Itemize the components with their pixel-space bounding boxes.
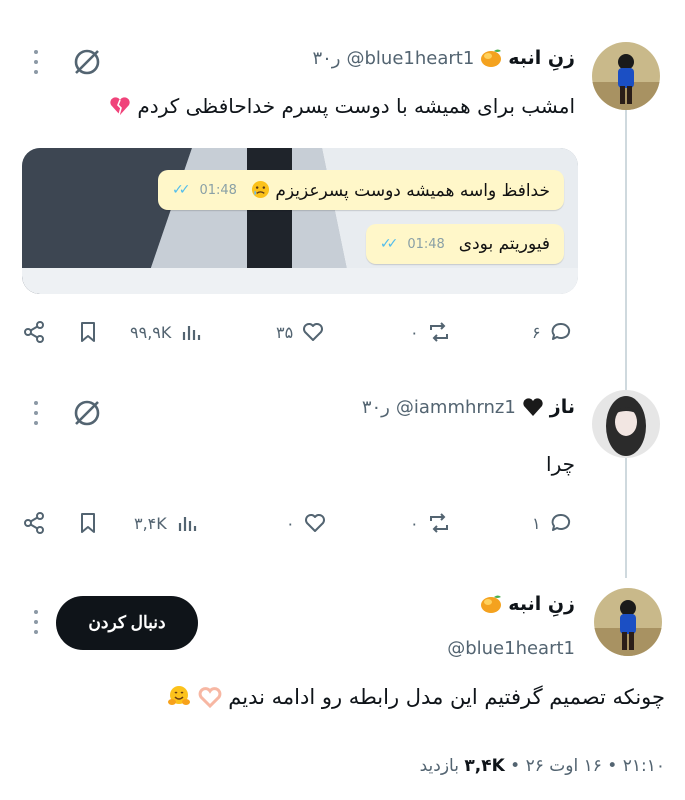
like-count: ۰	[286, 513, 295, 533]
views-count: ۳,۴K	[134, 513, 167, 533]
action-bar: ۳,۴K ۰ ۰ ۱	[22, 505, 582, 541]
repost-button[interactable]: ۰	[410, 505, 451, 541]
avatar[interactable]	[594, 588, 662, 656]
handle[interactable]: @blue1heart1	[447, 638, 575, 659]
bubble-text-body: خدافظ واسه همیشه دوست پسرعزیزم	[275, 180, 550, 201]
reply-count: ۶	[532, 322, 541, 342]
post-header: زنِ انبه @blue1heart1 ۳۰ر	[312, 47, 575, 69]
reply-button[interactable]: ۶	[532, 314, 573, 350]
post-time[interactable]: ۳۰ر	[312, 48, 340, 69]
display-name[interactable]: ناز	[550, 396, 575, 418]
repost-count: ۰	[410, 513, 419, 533]
more-options-icon[interactable]	[26, 47, 46, 77]
reply-count: ۱	[532, 513, 541, 533]
repost-icon	[429, 513, 448, 533]
bubble-time: 01:48	[407, 236, 445, 252]
heart-icon	[303, 323, 324, 341]
footer-views-count[interactable]: ۳,۴K	[464, 756, 504, 776]
bookmark-button[interactable]	[76, 314, 100, 350]
crying-face-icon	[251, 180, 270, 201]
analytics-icon	[183, 326, 201, 340]
handle[interactable]: @blue1heart1	[347, 48, 475, 69]
heart-hands-icon	[191, 685, 222, 709]
thread-post-1[interactable]: زنِ انبه @blue1heart1 ۳۰ر امشب برای همیش…	[0, 0, 685, 360]
display-name[interactable]: زنِ انبه	[508, 47, 575, 69]
bookmark-icon	[81, 513, 95, 533]
post-time[interactable]: ۳۰ر	[362, 397, 390, 418]
display-name[interactable]: زنِ انبه	[508, 593, 575, 615]
repost-count: ۰	[410, 322, 419, 342]
footer-time[interactable]: ۲۱:۱۰	[623, 756, 665, 776]
avatar[interactable]	[592, 390, 660, 458]
main-tweet-text-body: چونکه تصمیم گرفتیم این مدل رابطه رو ادام…	[228, 685, 665, 709]
repost-button[interactable]: ۰	[410, 314, 451, 350]
bookmark-icon	[81, 322, 95, 342]
repost-icon	[429, 322, 448, 342]
bubble-text: خدافظ واسه همیشه دوست پسرعزیزم	[251, 180, 550, 201]
separator-dot: •	[504, 756, 521, 776]
chat-bubble: فیوریتم بودی 01:48 ✓✓	[365, 224, 564, 264]
post-header: ناز @iammhrnz1 ۳۰ر	[362, 396, 575, 418]
share-icon	[24, 512, 44, 534]
heart-icon	[304, 514, 325, 532]
like-button[interactable]: ۰	[286, 505, 327, 541]
action-bar: ۹۹,۹K ۳۵ ۰ ۶	[22, 314, 582, 350]
author-name-row: زنِ انبه	[480, 593, 575, 615]
footer-date[interactable]: ۱۶ اوت ۲۶	[526, 756, 602, 776]
tweet-text: چرا	[546, 452, 575, 476]
double-check-icon: ✓✓	[171, 182, 191, 198]
more-options-icon[interactable]	[26, 398, 46, 428]
grok-icon[interactable]	[70, 45, 104, 79]
views-button[interactable]: ۳,۴K	[134, 505, 199, 541]
mango-icon	[480, 48, 502, 68]
bubble-time: 01:48	[199, 182, 237, 198]
like-count: ۳۵	[276, 322, 294, 342]
black-heart-icon	[522, 397, 544, 417]
more-options-icon[interactable]	[26, 607, 46, 637]
grok-icon[interactable]	[70, 396, 104, 430]
thread-post-2[interactable]: ناز @iammhrnz1 ۳۰ر چرا ۳,۴K ۰ ۰ ۱	[0, 360, 685, 560]
share-button[interactable]	[22, 505, 46, 541]
tweet-text: امشب برای همیشه با دوست پسرم خداحافظی کر…	[109, 94, 575, 118]
mango-icon	[480, 594, 502, 614]
reply-button[interactable]: ۱	[532, 505, 573, 541]
handle[interactable]: @iammhrnz1	[396, 397, 516, 418]
views-button[interactable]: ۹۹,۹K	[130, 314, 203, 350]
tweet-text-body: امشب برای همیشه با دوست پسرم خداحافظی کر…	[137, 94, 575, 118]
author-handle-row: @blue1heart1	[447, 638, 575, 659]
share-button[interactable]	[22, 314, 46, 350]
broken-heart-icon	[109, 94, 131, 118]
analytics-icon	[178, 517, 196, 531]
like-button[interactable]: ۳۵	[276, 314, 325, 350]
share-icon	[24, 321, 44, 343]
hugging-face-icon	[167, 685, 191, 709]
bubble-text: فیوریتم بودی	[458, 234, 550, 254]
tweet-timestamp-and-views: ۲۱:۱۰ • ۱۶ اوت ۲۶ • ۳,۴K بازدید	[420, 756, 665, 776]
reply-icon	[551, 322, 570, 340]
footer-views-label: بازدید	[419, 756, 459, 776]
chat-bubble: خدافظ واسه همیشه دوست پسرعزیزم 01:48 ✓✓	[157, 170, 564, 210]
separator-dot: •	[601, 756, 618, 776]
bookmark-button[interactable]	[76, 505, 100, 541]
avatar[interactable]	[592, 42, 660, 110]
reply-icon	[551, 513, 570, 531]
views-count: ۹۹,۹K	[130, 322, 172, 342]
follow-button[interactable]: دنبال کردن	[56, 596, 198, 650]
double-check-icon: ✓✓	[379, 236, 399, 252]
tweet-media-image[interactable]: خدافظ واسه همیشه دوست پسرعزیزم 01:48 ✓✓ …	[22, 148, 578, 294]
main-tweet-text: چونکه تصمیم گرفتیم این مدل رابطه رو ادام…	[167, 684, 665, 709]
